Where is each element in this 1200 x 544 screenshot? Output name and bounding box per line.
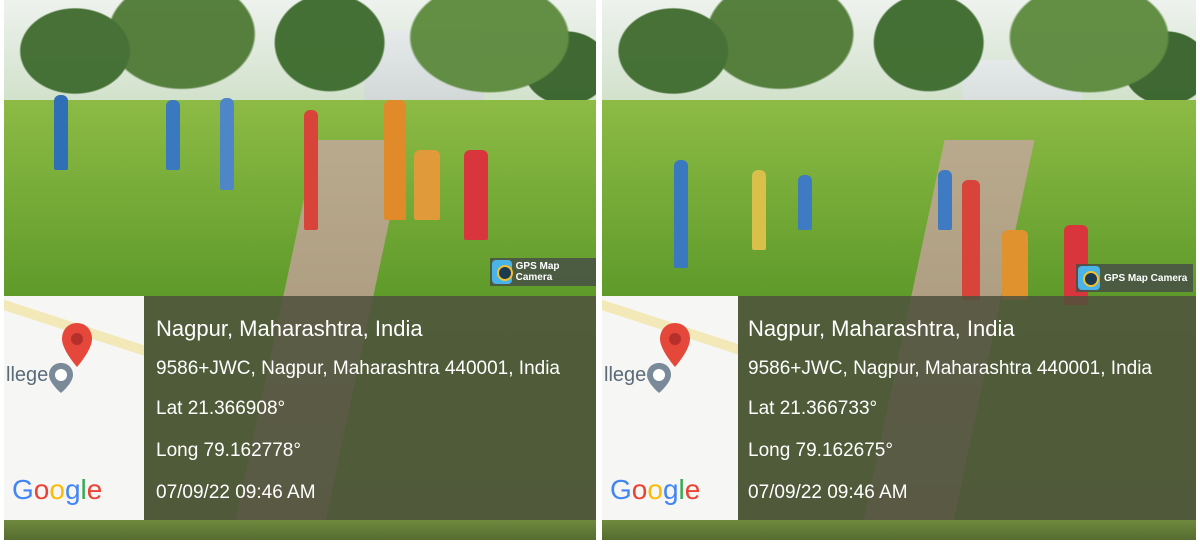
gps-badge-label: GPS Map Camera <box>515 261 560 283</box>
map-thumbnail: llege Google <box>602 296 738 520</box>
longitude-text: Long 79.162778° <box>156 440 301 461</box>
person <box>384 100 406 220</box>
google-letter: g <box>64 474 81 505</box>
person <box>54 95 68 170</box>
person <box>464 150 488 240</box>
person <box>938 170 952 230</box>
location-title: Nagpur, Maharashtra, India <box>156 316 423 341</box>
geotagged-photo-left: GPS Map Camera llege Google Nagpur, Maha… <box>4 0 596 540</box>
datetime-text: 07/09/22 09:46 AM <box>156 482 316 503</box>
longitude-text: Long 79.162675° <box>748 440 893 461</box>
google-letter: o <box>49 474 65 505</box>
map-place-label: llege <box>604 364 647 386</box>
latitude-text: Lat 21.366733° <box>748 398 878 419</box>
google-letter: e <box>86 474 103 505</box>
address-text: 9586+JWC, Nagpur, Maharashtra 440001, In… <box>748 358 1153 379</box>
gps-map-camera-icon <box>492 260 513 284</box>
geotagged-photo-right: GPS Map Camera llege Google Nagpur, Maha… <box>602 0 1196 540</box>
datetime-text: 07/09/22 09:46 AM <box>748 482 908 503</box>
google-logo: Google <box>12 474 102 506</box>
person <box>674 160 688 268</box>
person <box>220 98 234 190</box>
google-letter: e <box>684 474 701 505</box>
person <box>166 100 180 170</box>
gps-map-camera-badge: GPS Map Camera <box>490 258 596 286</box>
google-letter: o <box>631 474 648 505</box>
gps-map-camera-icon <box>1078 266 1100 290</box>
gps-map-camera-badge: GPS Map Camera <box>1076 264 1194 292</box>
google-letter: G <box>610 474 632 505</box>
place-marker-icon <box>49 363 73 393</box>
person <box>414 150 440 220</box>
person <box>798 175 812 230</box>
google-letter: o <box>647 474 663 505</box>
map-thumbnail: llege Google <box>4 296 144 520</box>
person <box>1002 230 1028 300</box>
person <box>752 170 766 250</box>
latitude-text: Lat 21.366908° <box>156 398 286 419</box>
person <box>304 110 318 230</box>
person <box>962 180 980 300</box>
grass-strip <box>4 520 596 540</box>
map-place-label: llege <box>6 364 49 386</box>
place-marker-icon <box>647 363 671 393</box>
google-logo: Google <box>610 474 700 506</box>
grass-strip <box>602 520 1196 540</box>
google-letter: o <box>33 474 50 505</box>
location-title: Nagpur, Maharashtra, India <box>748 316 1015 341</box>
google-letter: G <box>12 474 34 505</box>
google-letter: g <box>662 474 679 505</box>
gps-badge-label: GPS Map Camera <box>1104 272 1188 284</box>
address-text: 9586+JWC, Nagpur, Maharashtra 440001, In… <box>156 358 561 379</box>
